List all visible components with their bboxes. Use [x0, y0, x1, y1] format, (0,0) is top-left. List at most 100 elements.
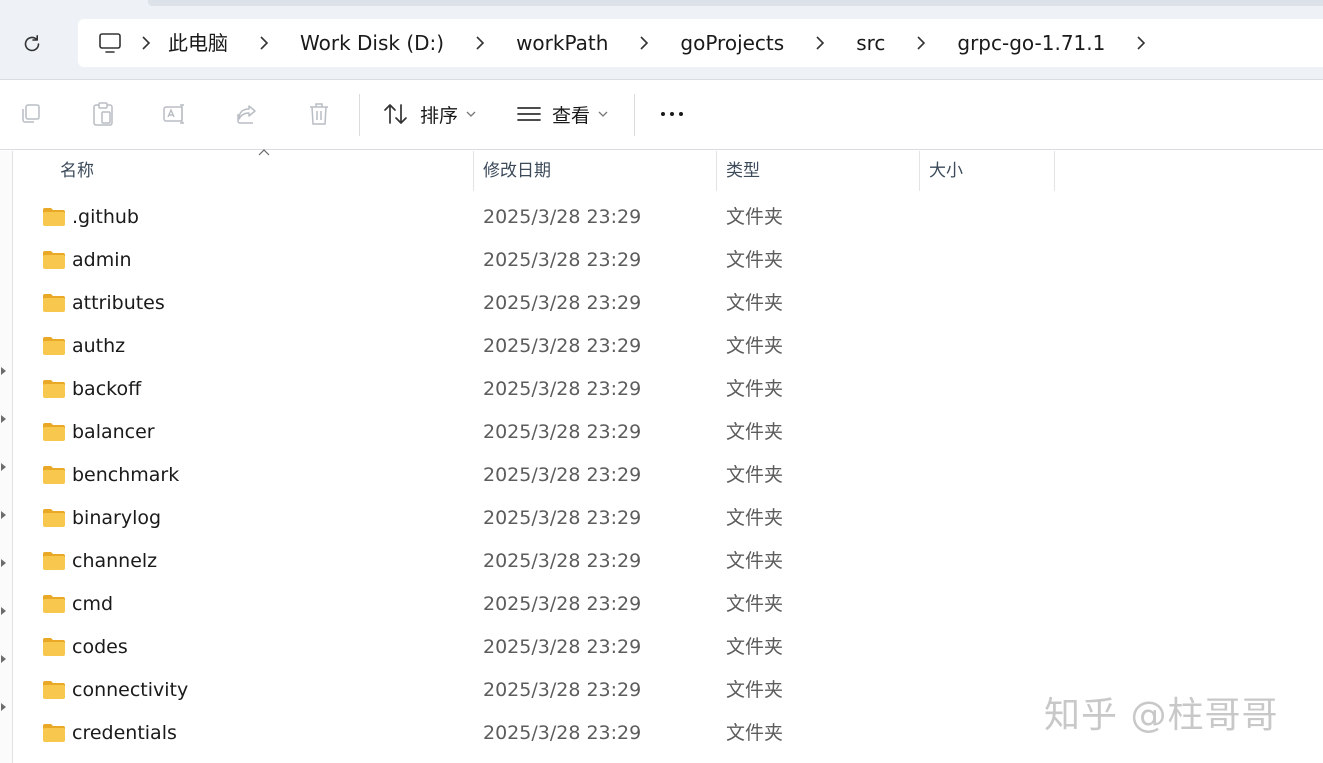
column-divider[interactable]: [919, 151, 920, 191]
file-name: connectivity: [72, 679, 189, 701]
folder-icon: [43, 294, 65, 312]
file-name: channelz: [72, 550, 158, 572]
expand-arrow-icon[interactable]: [1, 463, 6, 471]
breadcrumb-chevron-icon[interactable]: [242, 19, 286, 67]
file-row[interactable]: admin 2025/3/28 23:29 文件夹: [14, 239, 1323, 282]
rename-button[interactable]: [157, 96, 193, 132]
more-options-button[interactable]: [652, 96, 692, 132]
folder-icon: [43, 423, 65, 441]
file-type: 文件夹: [726, 636, 784, 658]
column-divider[interactable]: [1054, 151, 1055, 191]
file-name: admin: [72, 249, 132, 271]
file-modified: 2025/3/28 23:29: [483, 636, 642, 658]
expand-arrow-icon[interactable]: [1, 511, 6, 519]
breadcrumb-chevron-icon[interactable]: [1119, 19, 1163, 67]
paste-button[interactable]: [85, 96, 121, 132]
file-name: balancer: [72, 421, 155, 443]
file-row[interactable]: attributes 2025/3/28 23:29 文件夹: [14, 282, 1323, 325]
breadcrumb-goprojects[interactable]: goProjects: [666, 19, 798, 67]
file-name: credentials: [72, 722, 177, 744]
refresh-button[interactable]: [14, 26, 50, 62]
file-row[interactable]: backoff 2025/3/28 23:29 文件夹: [14, 368, 1323, 411]
column-header-row: 名称 修改日期 类型 大小: [14, 149, 1323, 191]
breadcrumb-chevron-icon[interactable]: [124, 19, 168, 67]
file-name: authz: [72, 335, 126, 357]
file-name: binarylog: [72, 507, 162, 529]
breadcrumb-chevron-icon[interactable]: [798, 19, 842, 67]
column-divider[interactable]: [473, 151, 474, 191]
expand-arrow-icon[interactable]: [1, 703, 6, 711]
file-modified: 2025/3/28 23:29: [483, 335, 642, 357]
breadcrumb-chevron-icon[interactable]: [899, 19, 943, 67]
file-name: codes: [72, 636, 128, 658]
computer-icon[interactable]: [96, 29, 124, 57]
file-row[interactable]: balancer 2025/3/28 23:29 文件夹: [14, 411, 1323, 454]
watermark: 知乎 @柱哥哥: [1044, 695, 1279, 736]
tab-strip: [148, 0, 1323, 6]
file-modified: 2025/3/28 23:29: [483, 464, 642, 486]
file-modified: 2025/3/28 23:29: [483, 249, 642, 271]
breadcrumb-grpc-go[interactable]: grpc-go-1.71.1: [943, 19, 1119, 67]
folder-icon: [43, 466, 65, 484]
file-name: attributes: [72, 292, 165, 314]
folder-icon: [43, 681, 65, 699]
file-row[interactable]: codes 2025/3/28 23:29 文件夹: [14, 626, 1323, 669]
file-name: cmd: [72, 593, 114, 615]
expand-arrow-icon[interactable]: [1, 559, 6, 567]
file-name: .github: [72, 206, 139, 228]
column-header-name[interactable]: 名称: [60, 151, 94, 191]
folder-icon: [43, 337, 65, 355]
address-toolbar: 此电脑 Work Disk (D:) workPath goProjects s…: [0, 0, 1323, 80]
file-type: 文件夹: [726, 206, 784, 228]
column-divider[interactable]: [716, 151, 717, 191]
file-list: .github 2025/3/28 23:29 文件夹 admin 2025/3…: [14, 196, 1323, 755]
column-header-type[interactable]: 类型: [726, 151, 760, 191]
file-row[interactable]: channelz 2025/3/28 23:29 文件夹: [14, 540, 1323, 583]
file-type: 文件夹: [726, 464, 784, 486]
file-row[interactable]: .github 2025/3/28 23:29 文件夹: [14, 196, 1323, 239]
folder-icon: [43, 595, 65, 613]
file-type: 文件夹: [726, 249, 784, 271]
folder-icon: [43, 208, 65, 226]
breadcrumb-work-disk[interactable]: Work Disk (D:): [286, 19, 458, 67]
file-type: 文件夹: [726, 292, 784, 314]
navigation-pane-edge[interactable]: [0, 151, 13, 763]
file-row[interactable]: authz 2025/3/28 23:29 文件夹: [14, 325, 1323, 368]
folder-icon: [43, 552, 65, 570]
breadcrumb-chevron-icon[interactable]: [622, 19, 666, 67]
file-row[interactable]: cmd 2025/3/28 23:29 文件夹: [14, 583, 1323, 626]
file-row[interactable]: binarylog 2025/3/28 23:29 文件夹: [14, 497, 1323, 540]
column-header-size[interactable]: 大小: [929, 151, 963, 191]
file-type: 文件夹: [726, 335, 784, 357]
sort-ascending-icon: [258, 149, 270, 156]
copy-button[interactable]: [13, 96, 49, 132]
file-modified: 2025/3/28 23:29: [483, 507, 642, 529]
file-modified: 2025/3/28 23:29: [483, 292, 642, 314]
file-type: 文件夹: [726, 378, 784, 400]
address-bar[interactable]: 此电脑 Work Disk (D:) workPath goProjects s…: [78, 19, 1323, 67]
toolbar-divider: [634, 94, 635, 136]
chevron-down-icon: [466, 111, 476, 117]
sort-label: 排序: [420, 104, 459, 127]
file-modified: 2025/3/28 23:29: [483, 206, 642, 228]
command-bar: 排序 查看: [0, 80, 1323, 150]
expand-arrow-icon[interactable]: [1, 655, 6, 663]
refresh-icon: [24, 35, 40, 52]
file-modified: 2025/3/28 23:29: [483, 550, 642, 572]
delete-button[interactable]: [301, 96, 337, 132]
expand-arrow-icon[interactable]: [1, 607, 6, 615]
sort-icon: [384, 104, 407, 124]
share-button[interactable]: [229, 96, 265, 132]
file-row[interactable]: benchmark 2025/3/28 23:29 文件夹: [14, 454, 1323, 497]
breadcrumb-this-pc[interactable]: 此电脑: [168, 19, 242, 67]
expand-arrow-icon[interactable]: [1, 367, 6, 375]
view-button[interactable]: 查看: [516, 96, 608, 132]
breadcrumb-src[interactable]: src: [842, 19, 899, 67]
expand-arrow-icon[interactable]: [1, 415, 6, 423]
sort-button[interactable]: 排序: [382, 96, 476, 132]
column-header-modified[interactable]: 修改日期: [483, 151, 551, 191]
breadcrumb-workpath[interactable]: workPath: [502, 19, 622, 67]
view-icon: [517, 107, 541, 121]
breadcrumb-chevron-icon[interactable]: [458, 19, 502, 67]
more-icon: [659, 112, 686, 116]
